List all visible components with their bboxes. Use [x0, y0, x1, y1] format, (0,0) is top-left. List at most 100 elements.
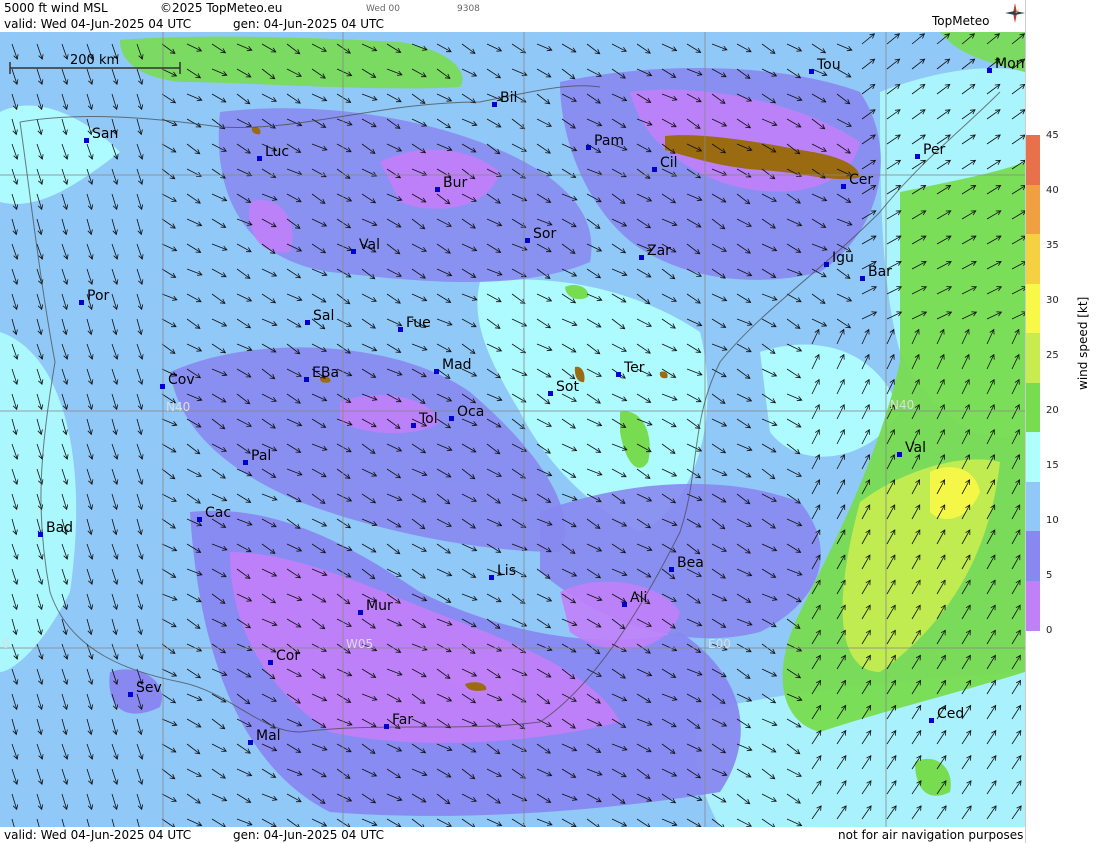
city-label: Mad — [442, 357, 472, 373]
legend-tick-label: 0 — [1046, 625, 1053, 636]
footer-bar: valid: Wed 04-Jun-2025 04 UTC gen: 04-Ju… — [0, 827, 1025, 843]
legend-swatch — [1026, 333, 1040, 384]
city-dot — [304, 377, 309, 382]
legend-tick-label: 10 — [1046, 515, 1059, 526]
compass-star-icon — [1005, 3, 1025, 23]
city-label: Tou — [816, 57, 841, 73]
city-dot — [434, 369, 439, 374]
grid-label-w05: W05 — [346, 637, 373, 651]
wind-speed-legend: 45 40 35 30 25 20 15 10 5 0 wind speed [kt] — [1025, 0, 1117, 843]
generated-time: gen: 04-Jun-2025 04 UTC — [233, 17, 385, 31]
city-dot — [79, 300, 84, 305]
city-dot — [257, 156, 262, 161]
valid-time: valid: Wed 04-Jun-2025 04 UTC — [4, 17, 192, 31]
city-label: Por — [87, 288, 110, 304]
grid-label-n40-west: N40 — [166, 400, 190, 414]
city-dot — [38, 532, 43, 537]
city-label: Zar — [647, 243, 671, 259]
legend-tick-label: 5 — [1046, 570, 1053, 581]
city-dot — [351, 249, 356, 254]
city-dot — [489, 575, 494, 580]
city-label: Cor — [276, 648, 300, 664]
city-dot — [243, 460, 248, 465]
city-dot — [639, 255, 644, 260]
city-dot — [248, 740, 253, 745]
city-label: Ter — [623, 360, 645, 376]
city-dot — [398, 327, 403, 332]
city-dot — [128, 692, 133, 697]
legend-swatch — [1026, 531, 1040, 582]
city-dot — [449, 416, 454, 421]
legend-tick-label: 15 — [1046, 460, 1059, 471]
city-label: Luc — [265, 144, 289, 160]
city-label: Mur — [366, 598, 393, 614]
footer-valid-time: valid: Wed 04-Jun-2025 04 UTC — [4, 828, 192, 842]
city-label: Lis — [497, 563, 516, 579]
city-label: Fue — [406, 315, 431, 331]
legend-title: wind speed [kt] — [1076, 296, 1090, 390]
small-day-label: Wed 00 — [366, 4, 400, 14]
legend-swatch — [1026, 184, 1040, 235]
wind-map[interactable]: San Luc Bil Pam Cil Tou Mon Per Cer Bur Sor Val Zar I… — [0, 32, 1025, 827]
legend-tick-label: 35 — [1046, 240, 1059, 251]
header-bar: 5000 ft wind MSL ©2025 TopMeteo.eu Wed 0… — [0, 0, 1025, 32]
legend-tick-label: 40 — [1046, 185, 1059, 196]
map-title: 5000 ft wind MSL — [4, 1, 108, 15]
footer-generated-time: gen: 04-Jun-2025 04 UTC — [233, 828, 385, 842]
city-label: Cer — [849, 172, 873, 188]
legend-tick-label: 20 — [1046, 405, 1059, 416]
city-dot — [929, 718, 934, 723]
grid-label-n40-east: N40 — [890, 398, 914, 412]
legend-tick-label: 45 — [1046, 130, 1059, 141]
city-label: Sev — [136, 680, 162, 696]
city-dot — [492, 102, 497, 107]
footer-disclaimer: not for air navigation purposes — [838, 828, 1024, 842]
legend-swatch — [1026, 481, 1040, 532]
city-dot — [586, 145, 591, 150]
city-dot — [841, 184, 846, 189]
city-label: Mon — [995, 56, 1025, 72]
city-label: Far — [392, 712, 413, 728]
city-dot — [616, 372, 621, 377]
city-dot — [268, 660, 273, 665]
grid-label-zero: 0 — [2, 637, 10, 651]
city-label: Val — [359, 237, 380, 253]
city-label: San — [92, 126, 118, 142]
city-label: Mal — [256, 728, 281, 744]
legend-swatch — [1026, 382, 1040, 433]
city-dot — [669, 567, 674, 572]
city-dot — [987, 68, 992, 73]
city-dot — [809, 69, 814, 74]
topmeteo-logo: TopMeteo — [932, 14, 990, 28]
city-label: Bar — [868, 264, 892, 280]
city-label: Pal — [251, 448, 271, 464]
scale-label: 200 km — [70, 53, 119, 68]
city-dot — [915, 154, 920, 159]
city-dot — [305, 320, 310, 325]
city-label: Ali — [630, 590, 647, 606]
city-label: Bil — [500, 90, 517, 106]
city-label: Oca — [457, 404, 484, 420]
city-label: Cac — [205, 505, 231, 521]
city-label: Sal — [313, 308, 334, 324]
legend-tick-label: 30 — [1046, 295, 1059, 306]
city-dot — [411, 423, 416, 428]
city-dot — [435, 187, 440, 192]
city-dot — [358, 610, 363, 615]
legend-swatch — [1026, 135, 1040, 186]
legend-swatch — [1026, 580, 1040, 631]
city-label: Cov — [168, 372, 195, 388]
legend-swatch — [1026, 234, 1040, 285]
city-dot — [860, 276, 865, 281]
city-label: Igu — [832, 250, 854, 266]
city-dot — [160, 384, 165, 389]
legend-tick-label: 25 — [1046, 350, 1059, 361]
city-label: Tol — [418, 411, 438, 427]
small-code-label: 9308 — [457, 4, 480, 14]
city-dot — [197, 517, 202, 522]
city-label: Ced — [937, 706, 964, 722]
city-dot — [897, 452, 902, 457]
grid-label-e00: E00 — [708, 637, 731, 651]
city-dot — [824, 262, 829, 267]
city-dot — [525, 238, 530, 243]
